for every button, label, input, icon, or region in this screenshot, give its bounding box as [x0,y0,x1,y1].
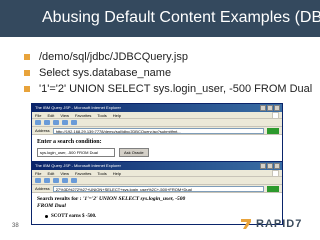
window-title-bar: The IBM Query JSP - Microsoft Internet E… [32,162,282,170]
slide-title-bar: Abusing Default Content Examples (DB) [0,0,320,37]
menu-item-help[interactable]: Help [113,112,121,118]
maximize-button[interactable] [267,105,273,111]
menu-item-file[interactable]: File [35,112,41,118]
stop-icon[interactable] [53,178,59,183]
address-label: Address [35,185,50,191]
search-condition-input[interactable]: sys.login_user, -500 FROM Dual [37,148,115,157]
home-icon[interactable] [71,178,77,183]
page-content: Enter a search condition: sys.login_user… [32,135,282,160]
query-form: sys.login_user, -500 FROM Dual Ask Oracl… [37,148,277,157]
menu-item-tools[interactable]: Tools [97,170,106,176]
results-heading-continued: FROM Dual [37,203,277,210]
window-title: The IBM Query JSP - Microsoft Internet E… [35,163,121,168]
minimize-button[interactable] [260,163,266,169]
bullet-marker [24,70,30,76]
menu-item-tools[interactable]: Tools [97,112,106,118]
browser-window-query-form: The IBM Query JSP - Microsoft Internet E… [31,103,283,163]
windows-logo-icon [272,112,279,119]
stop-icon[interactable] [53,120,59,125]
rapid7-mark-icon [241,219,251,229]
forward-icon[interactable] [44,178,50,183]
menu-item-favorites[interactable]: Favorites [75,170,91,176]
window-title-bar: The IBM Query JSP - Microsoft Internet E… [32,104,282,112]
bullet-item: Select sys.database_name [24,65,320,81]
bullet-text: Select sys.database_name [39,67,172,79]
window-title: The IBM Query JSP - Microsoft Internet E… [35,105,121,110]
back-icon[interactable] [35,120,41,125]
menu-item-help[interactable]: Help [113,170,121,176]
address-input[interactable]: http://192.168.29.139:7778/demo/sql/jdbc… [52,127,264,134]
logo-wordmark: RAPID7 [256,218,303,230]
menu-item-favorites[interactable]: Favorites [75,112,91,118]
toolbar [32,119,282,127]
ask-oracle-button[interactable]: Ask Oracle [119,148,149,157]
refresh-icon[interactable] [62,120,68,125]
refresh-icon[interactable] [62,178,68,183]
windows-logo-icon [272,170,279,177]
menu-item-file[interactable]: File [35,170,41,176]
result-text: SCOTT earns $ -500. [51,214,97,219]
address-label: Address [35,127,50,133]
search-prompt: Enter a search condition: [37,139,102,145]
menu-item-edit[interactable]: Edit [47,112,54,118]
bullet-text: '1'='2' UNION SELECT sys.login_user, -50… [39,83,313,95]
results-prefix: Search results for : [37,196,82,202]
forward-icon[interactable] [44,120,50,125]
close-button[interactable] [274,163,280,169]
slide-title: Abusing Default Content Examples (DB) [42,9,320,26]
minimize-button[interactable] [260,105,266,111]
bullet-list: /demo/sql/jdbc/JDBCQuery.jsp Select sys.… [24,49,320,97]
go-button[interactable] [267,127,279,134]
address-input[interactable]: 27%3D%272%27+UNION+SELECT+sys.login_user… [52,185,264,192]
address-bar: Address 27%3D%272%27+UNION+SELECT+sys.lo… [32,185,282,193]
bullet-marker [24,54,30,60]
slide-number: 38 [12,223,19,229]
maximize-button[interactable] [267,163,273,169]
menu-bar: File Edit View Favorites Tools Help [32,170,282,177]
close-button[interactable] [274,105,280,111]
rapid7-logo: RAPID7 [240,213,316,235]
bullet-marker [45,215,48,218]
results-query-continued: FROM Dual [37,203,66,209]
bullet-item: '1'='2' UNION SELECT sys.login_user, -50… [24,81,320,97]
menu-item-view[interactable]: View [60,112,69,118]
bullet-marker [24,86,30,92]
bullet-item: /demo/sql/jdbc/JDBCQuery.jsp [24,49,320,65]
menu-item-view[interactable]: View [60,170,69,176]
bullet-text: /demo/sql/jdbc/JDBCQuery.jsp [39,51,188,63]
address-bar: Address http://192.168.29.139:7778/demo/… [32,127,282,135]
toolbar [32,177,282,185]
back-icon[interactable] [35,178,41,183]
results-query: '1'='2' UNION SELECT sys.login_user, -50… [82,196,186,202]
results-heading: Search results for : '1'='2' UNION SELEC… [37,196,277,203]
go-button[interactable] [267,185,279,192]
home-icon[interactable] [71,120,77,125]
menu-item-edit[interactable]: Edit [47,170,54,176]
menu-bar: File Edit View Favorites Tools Help [32,112,282,119]
